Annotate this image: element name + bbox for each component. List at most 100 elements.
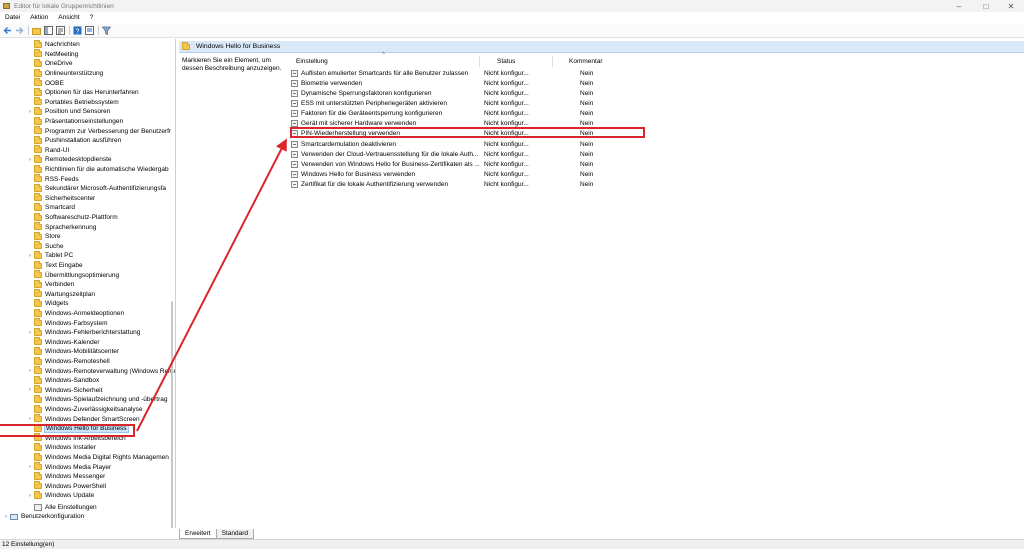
tree-item[interactable]: › Position und Sensoren xyxy=(29,106,110,117)
setting-status: Nicht konfigur... xyxy=(484,79,529,87)
chevron-right-icon[interactable]: › xyxy=(26,109,34,115)
tree-item[interactable]: Onlineunterstützung xyxy=(34,68,103,79)
tree-item[interactable]: › Windows-Remoteverwaltung (Windows Remo xyxy=(29,366,175,376)
chevron-right-icon[interactable]: › xyxy=(26,157,34,163)
forward-arrow-icon[interactable] xyxy=(15,26,24,35)
tree-item[interactable]: Windows-Spielaufzeichnung und -übertrag xyxy=(34,394,168,405)
tree-item[interactable]: OneDrive xyxy=(34,58,72,69)
setting-row[interactable]: Faktoren für die Geräteentsperrung konfi… xyxy=(291,109,593,119)
setting-row[interactable]: Verwenden der Cloud-Vertrauensstellung f… xyxy=(291,149,593,159)
tree-item[interactable]: Portables Betriebssystem xyxy=(34,97,119,108)
chevron-right-icon[interactable]: › xyxy=(26,493,34,499)
tree-item[interactable]: Programm zur Verbesserung der Benutzerfr xyxy=(34,126,171,136)
tree-item[interactable]: › Windows Defender SmartScreen xyxy=(29,414,140,424)
tab-erweitert[interactable]: Erweitert xyxy=(179,529,217,539)
chevron-right-icon[interactable]: › xyxy=(26,330,34,336)
setting-name: Auflisten emulierter Smartcards für alle… xyxy=(301,69,469,77)
menu-aktion[interactable]: Aktion xyxy=(25,14,53,21)
tree-item[interactable]: Windows-Mobilitätscenter xyxy=(34,346,119,357)
tree-item-label: Nachrichten xyxy=(45,41,80,49)
tree-item[interactable]: Übermittlungsoptimierung xyxy=(34,270,119,280)
minimize-button[interactable]: – xyxy=(946,0,972,12)
chevron-right-icon[interactable]: › xyxy=(26,368,34,374)
setting-row[interactable]: Windows Hello for Business verwenden Nich… xyxy=(291,170,593,180)
export-list-icon[interactable] xyxy=(56,26,65,35)
setting-row[interactable]: Verwenden von Windows Hello for Business… xyxy=(291,159,593,169)
tree-item[interactable]: Softwareschutz-Plattform xyxy=(34,212,118,223)
tree-item[interactable]: Optionen für das Herunterfahren xyxy=(34,87,139,98)
tree-item[interactable]: Wartungszeitplan xyxy=(34,289,95,300)
folder-icon xyxy=(34,462,42,471)
tree-item[interactable]: Pushinstallation ausführen xyxy=(34,135,121,146)
tree-item[interactable]: OOBE xyxy=(34,78,64,88)
tree-item[interactable]: Sicherheitscenter xyxy=(34,193,95,204)
properties-icon[interactable] xyxy=(85,26,94,35)
tree-item[interactable]: › Windows Update xyxy=(29,490,94,501)
maximize-button[interactable]: □ xyxy=(973,0,999,12)
tree-item[interactable]: › Windows-Sicherheit xyxy=(29,385,102,396)
show-hide-tree-icon[interactable] xyxy=(44,26,53,35)
column-divider[interactable] xyxy=(552,56,553,67)
column-header-comment[interactable]: Kommentar xyxy=(569,56,603,67)
setting-row[interactable]: Auflisten emulierter Smartcards für alle… xyxy=(291,68,593,78)
back-arrow-icon[interactable] xyxy=(3,26,12,35)
tree-item[interactable]: Windows-Kalender xyxy=(34,337,100,348)
column-divider[interactable] xyxy=(479,56,480,67)
tree-item[interactable]: › Windows-Fehlerberichterstattung xyxy=(29,327,140,338)
tree-item[interactable]: Windows-Farbsystem xyxy=(34,318,107,328)
folder-icon xyxy=(34,126,42,135)
tree-item[interactable]: Nachrichten xyxy=(34,39,80,50)
tree-item-user-config[interactable]: › Benutzerkonfiguration xyxy=(2,512,84,522)
tree-scrollbar[interactable] xyxy=(171,301,173,528)
tab-standard[interactable]: Standard xyxy=(216,529,255,539)
chevron-right-icon[interactable]: › xyxy=(26,253,34,259)
tree-item[interactable]: › Remotedesktopdienste xyxy=(29,154,112,165)
tree-item[interactable]: Suche xyxy=(34,241,63,252)
tree-item[interactable]: Windows-Zuverlässigkeitsanalyse xyxy=(34,404,143,415)
tree-item[interactable]: Windows Installer xyxy=(34,442,96,453)
folder-icon xyxy=(34,289,42,298)
tree-item[interactable]: › Tablet PC xyxy=(29,250,73,261)
tree-item[interactable]: Windows-Sandbox xyxy=(34,375,99,386)
tree-item[interactable]: Spracherkennung xyxy=(34,222,96,232)
tree-item[interactable]: Smartcard xyxy=(34,202,75,213)
setting-row[interactable]: Dynamische Sperrungsfaktoren konfigurier… xyxy=(291,88,593,98)
setting-row[interactable]: Smartcardemulation deaktivieren Nicht kon… xyxy=(291,139,593,149)
tree-item[interactable]: Windows Messenger xyxy=(34,471,105,482)
folder-icon xyxy=(34,222,42,231)
menu-help[interactable]: ? xyxy=(85,14,99,21)
menu-ansicht[interactable]: Ansicht xyxy=(53,14,84,21)
tree-item[interactable]: Windows-Remoteshell xyxy=(34,356,110,367)
tree-item[interactable]: Richtlinien für die automatische Wiederg… xyxy=(34,164,169,175)
tree-item[interactable]: Präsentationseinstellungen xyxy=(34,116,123,127)
close-button[interactable]: ✕ xyxy=(998,0,1024,12)
tree-item[interactable]: Text Eingabe xyxy=(34,260,83,271)
chevron-right-icon[interactable]: › xyxy=(26,416,34,422)
tree-item[interactable]: Windows Media Digital Rights Managemen xyxy=(34,452,169,463)
tree-item[interactable]: Windows-Anmeldeoptionen xyxy=(34,308,124,319)
filter-icon[interactable] xyxy=(102,26,111,35)
tree-item[interactable]: › Windows Media Player xyxy=(29,462,111,472)
menu-datei[interactable]: Datei xyxy=(0,14,25,21)
help-icon[interactable]: ? xyxy=(73,26,82,35)
up-folder-icon[interactable] xyxy=(32,26,41,35)
setting-name: Verwenden der Cloud-Vertrauensstellung f… xyxy=(301,150,479,158)
chevron-right-icon[interactable]: › xyxy=(2,514,10,520)
column-header-status[interactable]: Status xyxy=(497,56,515,67)
tree-item[interactable]: Windows PowerShell xyxy=(34,481,106,492)
folder-icon xyxy=(34,202,42,211)
chevron-right-icon[interactable]: › xyxy=(26,464,34,470)
tree-item[interactable]: Sekundärer Microsoft-Authentifizierungsf… xyxy=(34,183,166,194)
tree-item[interactable]: Verbinden xyxy=(34,279,74,290)
setting-row[interactable]: Biometrie verwenden Nicht konfigur... Nein xyxy=(291,78,593,88)
tree-item[interactable]: RSS-Feeds xyxy=(34,174,79,184)
tree-item[interactable]: Rand-UI xyxy=(34,145,69,156)
tree-item[interactable]: Widgets xyxy=(34,298,68,309)
setting-name: ESS mit unterstützten Peripheriegeräten … xyxy=(301,100,447,108)
tree-item[interactable]: NetMeeting xyxy=(34,49,78,60)
tree-item[interactable]: Store xyxy=(34,231,61,242)
setting-row[interactable]: Zertifikat für die lokale Authentifizier… xyxy=(291,180,593,190)
column-header-name[interactable]: Einstellung xyxy=(296,56,328,67)
setting-row[interactable]: ESS mit unterstützten Peripheriegeräten … xyxy=(291,98,593,108)
chevron-right-icon[interactable]: › xyxy=(26,387,34,393)
